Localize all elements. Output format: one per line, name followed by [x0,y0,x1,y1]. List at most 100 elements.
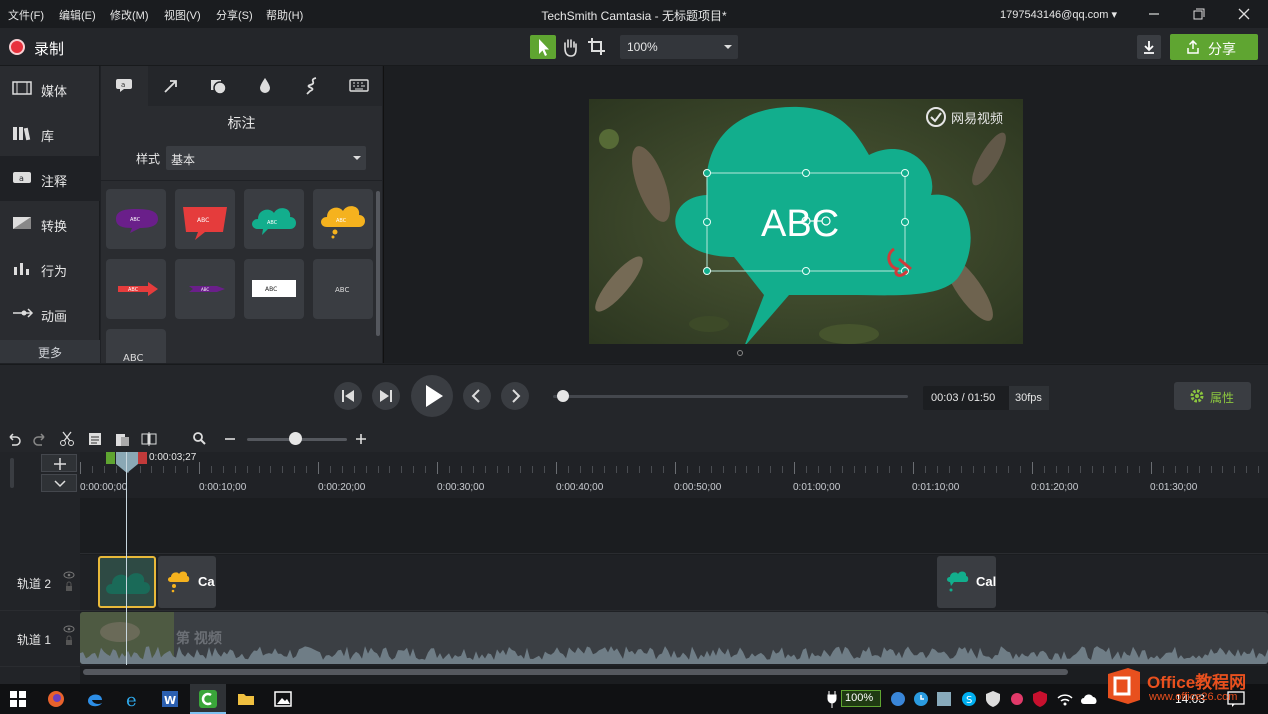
tab-callouts[interactable]: a [101,66,148,106]
sidebar-item-annotations[interactable]: a 注释 [0,156,100,201]
callout-red-box[interactable]: ABC [175,189,235,249]
collapse-tracks-button[interactable] [41,474,77,492]
out-point-marker[interactable] [138,452,147,464]
scrubber-track[interactable] [553,395,908,398]
tab-blur[interactable] [242,66,289,106]
sidebar-item-transitions[interactable]: 转换 [0,201,100,246]
track-height-slider[interactable] [10,458,14,488]
tab-keystrokes[interactable] [336,66,383,106]
callout-purple-arrow[interactable]: ABC [175,259,235,319]
timeline-clip[interactable] [98,556,156,608]
next-marker-button[interactable] [501,382,529,410]
menu-share[interactable]: 分享(S) [216,7,253,23]
folder-icon[interactable] [236,689,256,709]
record-icon[interactable] [9,39,25,55]
menu-file[interactable]: 文件(F) [8,7,44,23]
cut-icon[interactable] [59,431,75,447]
ruler-tick [592,466,593,473]
timeline-clip[interactable]: Ca [158,556,216,608]
zoom-select[interactable]: 100% [620,35,738,59]
video-preview[interactable]: ABC 网易视频 [589,99,1023,344]
share-button[interactable]: 分享 [1170,34,1258,60]
step-back-button[interactable] [334,382,362,410]
menu-modify[interactable]: 修改(M) [110,7,149,23]
tab-shapes[interactable] [195,66,242,106]
timeline-scroll-thumb[interactable] [83,669,1068,675]
antivirus-icon[interactable] [1031,689,1051,709]
eye-icon[interactable] [63,571,75,595]
close-button[interactable] [1229,4,1259,24]
record-button[interactable]: 录制 [34,38,64,59]
play-button[interactable] [411,375,453,417]
eye-icon[interactable] [63,625,75,649]
shield-icon[interactable] [984,689,1004,709]
battery-indicator[interactable]: 100% [841,690,881,707]
callout-plain-text-large[interactable]: ABC [106,329,166,363]
callout-white-box[interactable]: ABC [244,259,304,319]
windows-start-icon[interactable] [8,689,28,709]
minimize-button[interactable] [1139,4,1169,24]
select-tool-button[interactable] [530,35,556,59]
tab-sketch[interactable] [289,66,336,106]
sidebar-item-media[interactable]: 媒体 [0,66,100,111]
track-header-1[interactable]: 轨道 1 [0,611,80,667]
camtasia-task[interactable] [190,684,226,714]
timeline-zoom-handle[interactable] [289,432,302,445]
download-button[interactable] [1137,35,1161,59]
previous-marker-button[interactable] [463,382,491,410]
track-1[interactable]: 第 视频 [80,611,1268,666]
account-menu[interactable]: 1797543146@qq.com ▾ [1000,8,1117,21]
menu-view[interactable]: 视图(V) [164,7,201,23]
clock-app-icon[interactable] [912,689,932,709]
cloud-icon[interactable] [1079,689,1099,709]
word-icon[interactable]: W [160,689,180,709]
timeline-scrollbar[interactable] [80,666,1268,678]
ie-icon[interactable]: e [123,689,143,709]
sidebar-item-behaviors[interactable]: 行为 [0,246,100,291]
panel-scrollbar[interactable] [376,191,380,336]
redo-icon[interactable] [32,431,48,447]
empty-track[interactable] [80,498,1268,554]
callout-purple-speech[interactable]: ABC [106,189,166,249]
copy-icon[interactable] [87,431,103,447]
playhead-handle[interactable] [116,452,138,464]
video-clip[interactable]: 第 视频 [80,612,1268,664]
menu-help[interactable]: 帮助(H) [266,7,303,23]
scrubber-handle[interactable] [556,390,569,402]
tray-app-icon[interactable] [889,689,909,709]
callout-red-arrow[interactable]: ABC [106,259,166,319]
skype-icon[interactable]: S [960,689,980,709]
firefox-icon[interactable] [46,689,66,709]
track-header-2[interactable]: 轨道 2 [0,555,80,611]
add-track-button[interactable] [41,454,77,472]
tab-arrows[interactable] [148,66,195,106]
more-button[interactable]: 更多 [0,340,100,363]
timeline-ruler[interactable]: 0:00:00;00 0:00:10;00 0:00:20;00 0:00:30… [80,452,1268,498]
search-icon[interactable] [192,431,208,447]
pan-tool-button[interactable] [557,35,583,59]
track-2[interactable]: Ca Cal [80,555,1268,611]
undo-icon[interactable] [6,431,22,447]
in-point-marker[interactable] [106,452,115,464]
zoom-in-icon[interactable] [354,431,368,447]
callout-teal-cloud[interactable]: ABC [244,189,304,249]
photos-icon[interactable] [273,689,293,709]
callout-plain-text[interactable]: ABC [313,259,373,319]
timeline-clip[interactable]: Cal [937,556,996,608]
zoom-out-icon[interactable] [223,431,237,447]
image-app-icon[interactable] [935,689,955,709]
menu-edit[interactable]: 编辑(E) [59,7,96,23]
sidebar-item-library[interactable]: 库 [0,111,100,156]
sidebar-item-animations[interactable]: 动画 [0,291,100,336]
wifi-icon[interactable] [1056,689,1076,709]
properties-button[interactable]: 属性 [1174,382,1251,410]
style-select[interactable]: 基本 [166,146,366,170]
crop-tool-button[interactable] [584,35,610,59]
paste-icon[interactable] [114,431,130,447]
step-forward-button[interactable] [372,382,400,410]
split-icon[interactable] [141,431,157,447]
edge-icon[interactable] [85,689,105,709]
maximize-button[interactable] [1184,4,1214,24]
callout-yellow-cloud[interactable]: ABC [313,189,373,249]
tray-app-icon[interactable] [1008,689,1028,709]
